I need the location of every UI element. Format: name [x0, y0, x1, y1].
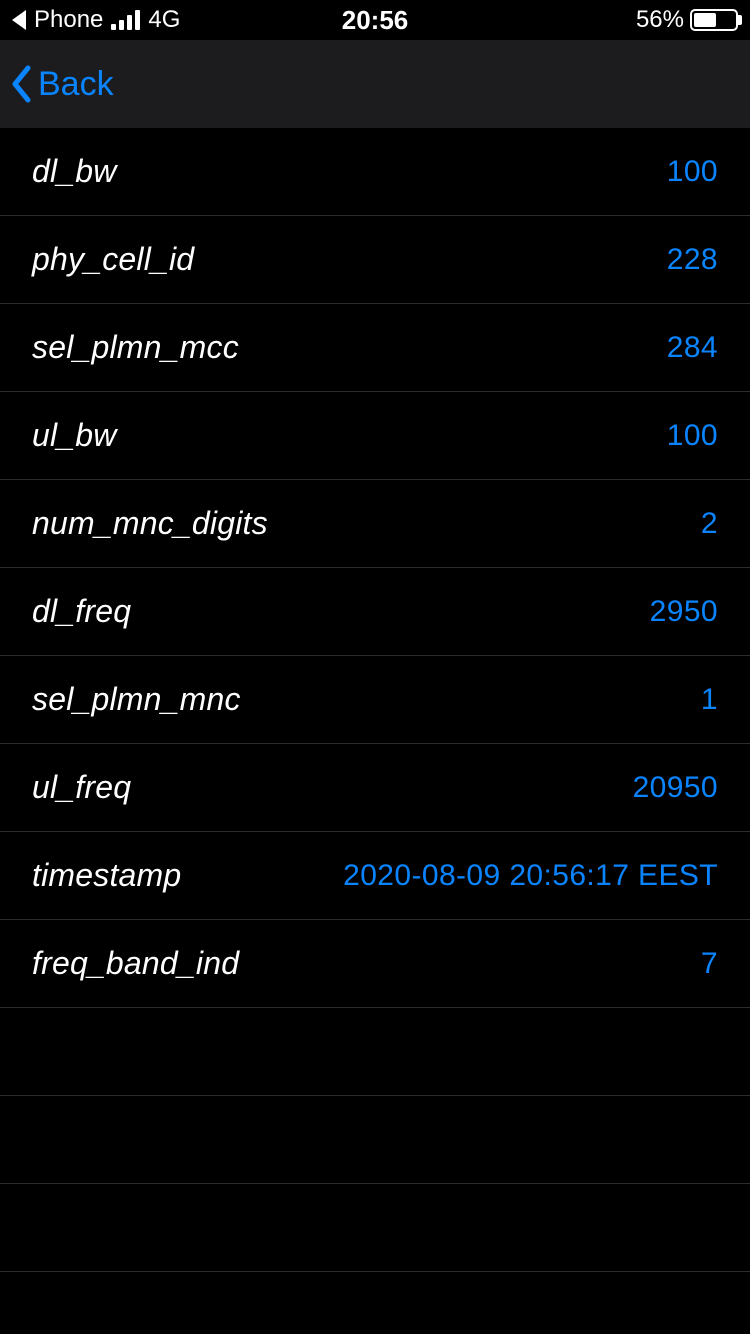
row-value: 2950 — [650, 595, 718, 629]
status-time: 20:56 — [342, 5, 409, 36]
list-row[interactable]: dl_bw 100 — [0, 128, 750, 216]
chevron-left-icon — [10, 65, 32, 103]
row-value: 2 — [701, 507, 718, 541]
list-row[interactable]: dl_freq 2950 — [0, 568, 750, 656]
row-value: 100 — [667, 419, 718, 453]
row-value: 100 — [667, 155, 718, 189]
row-key: sel_plmn_mnc — [32, 681, 241, 718]
list-row — [0, 1008, 750, 1096]
row-key: num_mnc_digits — [32, 505, 268, 542]
list-row[interactable]: timestamp 2020-08-09 20:56:17 EEST — [0, 832, 750, 920]
battery-percent-label: 56% — [636, 6, 684, 34]
list-row — [0, 1184, 750, 1272]
list-row[interactable]: num_mnc_digits 2 — [0, 480, 750, 568]
status-left: Phone 4G — [12, 6, 180, 34]
row-key: ul_freq — [32, 769, 131, 806]
row-key: timestamp — [32, 857, 181, 894]
signal-bars-icon — [111, 10, 140, 30]
row-key: phy_cell_id — [32, 241, 194, 278]
list-row[interactable]: phy_cell_id 228 — [0, 216, 750, 304]
status-bar: Phone 4G 20:56 56% — [0, 0, 750, 40]
status-right: 56% — [636, 6, 738, 34]
row-key: dl_bw — [32, 153, 117, 190]
row-value: 284 — [667, 331, 718, 365]
navigation-bar: Back — [0, 40, 750, 128]
list-row[interactable]: ul_freq 20950 — [0, 744, 750, 832]
breadcrumb-back-icon[interactable] — [12, 10, 26, 30]
row-key: sel_plmn_mcc — [32, 329, 239, 366]
list-row[interactable]: freq_band_ind 7 — [0, 920, 750, 1008]
row-value: 7 — [701, 947, 718, 981]
row-value: 1 — [701, 683, 718, 717]
list-row[interactable]: sel_plmn_mnc 1 — [0, 656, 750, 744]
row-key: ul_bw — [32, 417, 117, 454]
row-value: 228 — [667, 243, 718, 277]
list-row — [0, 1096, 750, 1184]
row-key: freq_band_ind — [32, 945, 239, 982]
back-label: Back — [38, 65, 114, 104]
breadcrumb-app-label[interactable]: Phone — [34, 6, 103, 34]
list-row[interactable]: sel_plmn_mcc 284 — [0, 304, 750, 392]
battery-icon — [690, 9, 738, 31]
network-type-label: 4G — [148, 6, 180, 34]
row-value: 2020-08-09 20:56:17 EEST — [343, 859, 718, 893]
row-key: dl_freq — [32, 593, 131, 630]
data-list: dl_bw 100 phy_cell_id 228 sel_plmn_mcc 284 ul_… — [0, 128, 750, 1272]
back-button[interactable]: Back — [10, 65, 114, 104]
list-row[interactable]: ul_bw 100 — [0, 392, 750, 480]
row-value: 20950 — [633, 771, 718, 805]
